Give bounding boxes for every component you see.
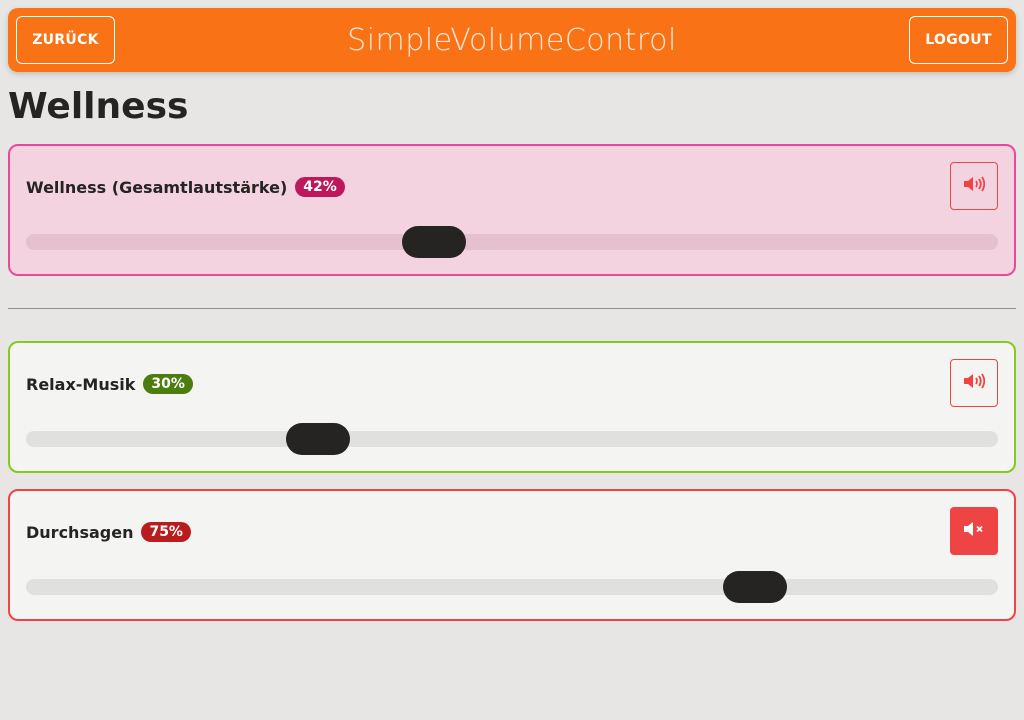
top-bar: ZURÜCK SimpleVolumeControl LOGOUT [8,8,1016,72]
channel-label-row: Durchsagen 75% [26,521,191,543]
channel-volume-badge: 30% [143,374,193,394]
channel-volume-badge: 75% [141,522,191,542]
page-title: Wellness [8,86,189,127]
zone-name: Wellness (Gesamtlautstärke) [26,177,288,197]
divider [8,308,1016,309]
channel-card-durchsagen: Durchsagen 75% [8,489,1016,621]
channel-name: Relax-Musik [26,374,136,394]
zone-mute-button[interactable] [950,162,998,210]
zone-volume-badge: 42% [295,177,345,197]
relax-musik-volume-slider[interactable] [26,423,998,455]
speaker-on-icon [963,372,986,394]
zone-volume-slider[interactable] [26,226,998,258]
zone-volume-slider-thumb[interactable] [402,226,467,258]
speaker-muted-icon [963,520,985,542]
durchsagen-volume-slider[interactable] [26,571,998,603]
zone-volume-card: Wellness (Gesamtlautstärke) 42% [8,144,1016,276]
channel-name: Durchsagen [26,522,134,542]
durchsagen-mute-button[interactable] [950,507,998,555]
speaker-on-icon [963,175,986,197]
relax-musik-mute-button[interactable] [950,359,998,407]
durchsagen-volume-slider-thumb[interactable] [723,571,787,603]
logout-button[interactable]: LOGOUT [909,16,1008,64]
app-title: SimpleVolumeControl [347,22,677,58]
relax-musik-volume-slider-thumb[interactable] [285,423,350,455]
channel-label-row: Relax-Musik 30% [26,373,193,395]
zone-label-row: Wellness (Gesamtlautstärke) 42% [26,176,345,198]
channel-card-relax-musik: Relax-Musik 30% [8,341,1016,473]
